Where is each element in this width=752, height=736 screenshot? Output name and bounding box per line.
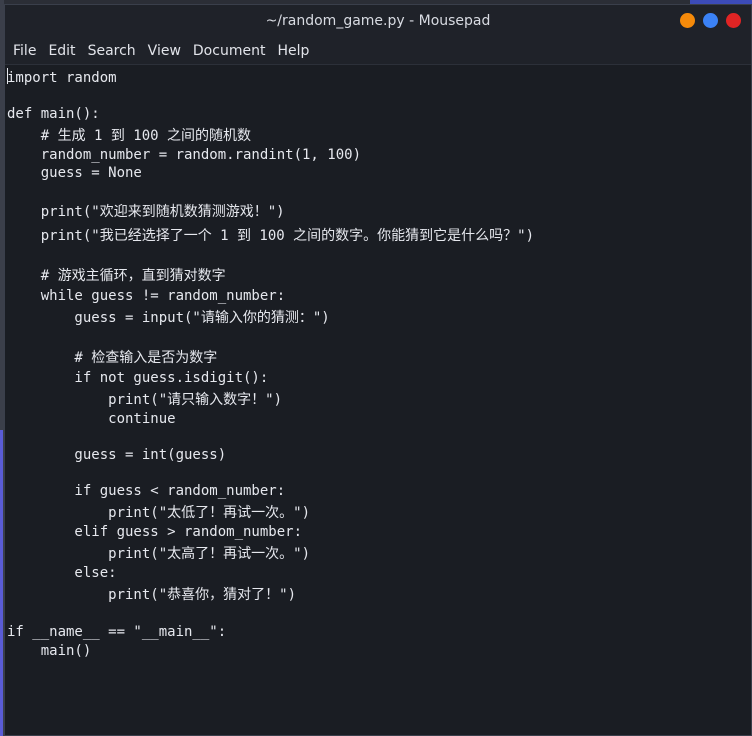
menu-search[interactable]: Search: [82, 37, 142, 65]
code-line: random_number = random.randint(1, 100): [7, 147, 362, 163]
title-bar[interactable]: ~/random_game.py - Mousepad: [5, 5, 751, 37]
window-controls: [680, 13, 741, 28]
code-line: print("我已经选择了一个 1 到 100 之间的数字。你能猜到它是什么吗？…: [7, 228, 535, 244]
code-line: main(): [7, 643, 92, 659]
code-line: continue: [7, 411, 176, 427]
minimize-button[interactable]: [680, 13, 695, 28]
code-line: if not guess.isdigit():: [7, 370, 269, 386]
code-line: # 生成 1 到 100 之间的随机数: [7, 128, 252, 144]
code-line: # 检查输入是否为数字: [7, 350, 218, 366]
code-line: if __name__ == "__main__":: [7, 624, 227, 640]
code-line: guess = int(guess): [7, 447, 227, 463]
menu-bar: File Edit Search View Document Help: [5, 37, 751, 65]
code-line: print("恭喜你，猜对了！"): [7, 587, 297, 603]
code-line: guess = input("请输入你的猜测："): [7, 310, 330, 326]
code-line: print("请只输入数字！"): [7, 392, 283, 408]
menu-help[interactable]: Help: [271, 37, 315, 65]
code-line: else:: [7, 565, 117, 581]
code-line: while guess != random_number:: [7, 288, 286, 304]
close-button[interactable]: [726, 13, 741, 28]
code-line: print("太低了！再试一次。"): [7, 505, 311, 521]
code-line: print("欢迎来到随机数猜测游戏！"): [7, 204, 285, 220]
menu-file[interactable]: File: [7, 37, 42, 65]
code-line: print("太高了！再试一次。"): [7, 546, 311, 562]
text-editor-area[interactable]: import random def main(): # 生成 1 到 100 之间…: [5, 66, 751, 735]
menu-edit[interactable]: Edit: [42, 37, 81, 65]
maximize-button[interactable]: [703, 13, 718, 28]
code-line: if guess < random_number:: [7, 483, 286, 499]
menu-document[interactable]: Document: [187, 37, 272, 65]
code-line: guess = None: [7, 165, 142, 181]
window-title: ~/random_game.py - Mousepad: [265, 13, 491, 29]
code-line: import random: [7, 70, 117, 86]
background-window-accent: [0, 430, 3, 736]
code-line: elif guess > random_number:: [7, 524, 303, 540]
mousepad-window: ~/random_game.py - Mousepad File Edit Se…: [4, 4, 752, 736]
menu-view[interactable]: View: [142, 37, 187, 65]
code-line: # 游戏主循环，直到猜对数字: [7, 268, 226, 284]
code-line: def main():: [7, 106, 100, 122]
